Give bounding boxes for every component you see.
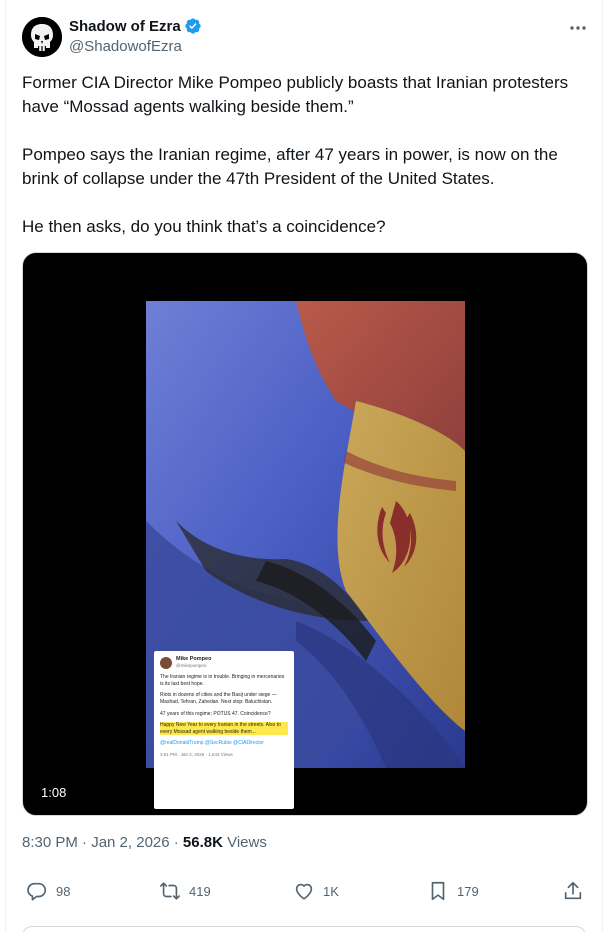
embedded-highlighted-text: Happy New Year to every Iranian in the s… <box>160 722 288 736</box>
tweet-timestamp: 8:30 PM · Jan 2, 2026 · 56.8K Views <box>22 834 267 851</box>
video-duration: 1:08 <box>35 783 73 802</box>
tweet-paragraph: Former CIA Director Mike Pompeo publicly… <box>22 73 569 116</box>
video-player[interactable]: Mike Pompeo @mikepompeo The Iranian regi… <box>22 252 588 816</box>
bookmark-button[interactable]: 179 <box>427 880 479 902</box>
like-count: 1K <box>323 883 339 899</box>
time-date[interactable]: 8:30 PM · Jan 2, 2026 · <box>22 834 183 851</box>
tweet-paragraph: He then asks, do you think that’s a coin… <box>22 217 386 236</box>
heart-icon <box>295 883 313 900</box>
reply-button[interactable]: 98 <box>26 880 70 902</box>
share-icon <box>564 881 582 900</box>
author-name-row[interactable]: Shadow of Ezra <box>69 17 202 35</box>
action-bar: 98 419 1K 179 <box>22 880 592 908</box>
tweet-text: Former CIA Director Mike Pompeo publicly… <box>22 71 592 239</box>
author-handle[interactable]: @ShadowofEzra <box>69 38 182 55</box>
like-button[interactable]: 1K <box>293 880 339 902</box>
embedded-post-screenshot: Mike Pompeo @mikepompeo The Iranian regi… <box>154 651 294 809</box>
views-count: 56.8K <box>182 834 223 851</box>
repost-button[interactable]: 419 <box>159 880 211 902</box>
embedded-tags: @realDonaldTrump @SecRubio @CIADirector <box>160 740 264 747</box>
reply-box-edge <box>22 926 586 932</box>
tweet-paragraph: Pompeo says the Iranian regime, after 47… <box>22 145 558 188</box>
embedded-text: 47 years of this regime; POTUS 47. Coinc… <box>160 710 271 717</box>
avatar[interactable] <box>22 17 62 57</box>
repost-icon <box>160 882 180 900</box>
embedded-text: Riots in dozens of cities and the Basij … <box>160 692 277 705</box>
share-button[interactable] <box>562 880 592 902</box>
display-name[interactable]: Shadow of Ezra <box>69 18 181 35</box>
repost-count: 419 <box>189 883 211 899</box>
bookmark-icon <box>431 881 445 901</box>
embedded-meta: 3:51 PM · Jan 2, 2026 · 1,544 Views <box>160 751 233 757</box>
skull-logo-icon <box>22 17 62 57</box>
reply-count: 98 <box>56 883 71 899</box>
embedded-avatar <box>160 656 172 669</box>
verified-badge-icon <box>185 18 201 34</box>
embedded-author-name: Mike Pompeo <box>176 656 212 662</box>
more-horizontal-icon[interactable] <box>569 22 587 34</box>
embedded-author-handle: @mikepompeo <box>176 662 207 668</box>
views-label: Views <box>222 834 267 851</box>
bookmark-count: 179 <box>457 883 479 899</box>
embedded-text: The Iranian regime is in trouble. Bringi… <box>160 674 285 687</box>
reply-icon <box>27 882 47 901</box>
